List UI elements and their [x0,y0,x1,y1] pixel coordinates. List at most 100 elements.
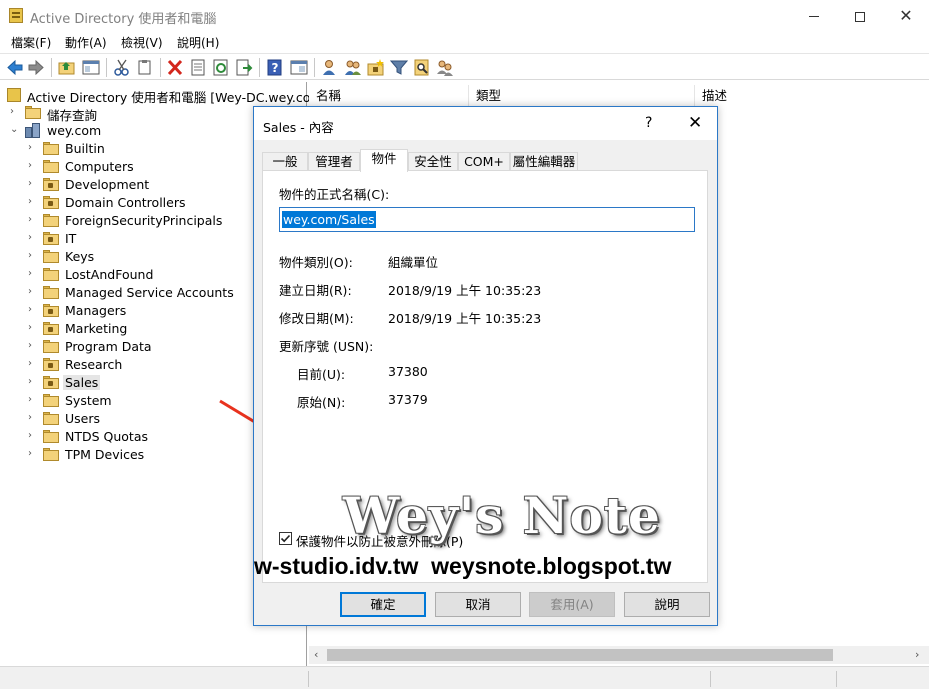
scrollbar-thumb[interactable] [327,649,833,661]
cancel-button[interactable]: 取消 [435,592,521,617]
tab-security[interactable]: 安全性 [408,152,458,171]
menu-help[interactable]: 說明(H) [177,34,219,51]
modified-label: 修改日期(M): [279,311,354,326]
maximize-button[interactable] [837,0,883,31]
refresh-icon[interactable] [212,59,230,76]
chevron-down-icon[interactable]: ⌄ [10,125,20,135]
menu-view[interactable]: 檢視(V) [121,34,163,51]
chevron-right-icon[interactable]: › [28,233,38,243]
forward-icon[interactable] [27,59,45,76]
chevron-right-icon[interactable]: › [28,341,38,351]
modified-value: 2018/9/19 上午 10:35:23 [388,311,542,326]
ou-folder-icon [43,304,59,317]
usn-current-label: 目前(U): [297,367,346,382]
horizontal-scrollbar[interactable]: ‹ › [309,646,929,664]
tree-item-label: TPM Devices [65,447,145,462]
tab-object[interactable]: 物件 [360,149,408,172]
chevron-right-icon[interactable]: › [28,179,38,189]
chevron-right-icon[interactable]: › [28,449,38,459]
chevron-right-icon[interactable]: › [28,287,38,297]
tab-attribute-editor[interactable]: 屬性編輯器 [510,152,578,171]
menu-file[interactable]: 檔案(F) [11,34,51,51]
console-icon[interactable] [290,59,308,76]
chevron-right-icon[interactable]: › [28,359,38,369]
created-value: 2018/9/19 上午 10:35:23 [388,283,542,298]
new-ou-icon[interactable] [367,59,385,76]
up-folder-icon[interactable] [58,59,76,76]
tree-item-saved-queries[interactable]: › 儲存查詢 [7,104,207,123]
scroll-left-icon[interactable]: ‹ [314,648,318,661]
tab-general[interactable]: 一般 [262,152,308,171]
column-header-description[interactable]: 描述 [695,85,929,107]
chevron-right-icon[interactable]: › [28,161,38,171]
checkmark-icon [280,534,291,543]
chevron-right-icon[interactable]: › [10,107,20,117]
find-icon[interactable] [413,59,431,76]
chevron-right-icon[interactable]: › [28,323,38,333]
chevron-right-icon[interactable]: › [28,143,38,153]
new-group-icon[interactable] [344,59,362,76]
close-window-button[interactable]: ✕ [883,0,929,31]
ok-button[interactable]: 確定 [340,592,426,617]
help-button[interactable]: 說明 [624,592,710,617]
chevron-right-icon[interactable]: › [28,215,38,225]
export-icon[interactable] [235,59,253,76]
ad-root-icon [7,88,21,102]
tree-item-label: Development [65,177,150,192]
menu-bar: 檔案(F) 動作(A) 檢視(V) 說明(H) [0,31,929,52]
tree-item-label: Managers [65,303,127,318]
domain-icon [25,123,41,138]
ou-folder-icon [43,232,59,245]
column-header-name[interactable]: 名稱 [309,85,469,107]
ou-folder-icon [43,196,59,209]
minimize-button[interactable] [791,0,837,31]
show-hide-tree-icon[interactable] [82,59,100,76]
usn-label: 更新序號 (USN): [279,339,374,354]
chevron-right-icon[interactable]: › [28,251,38,261]
tree-item-label: Users [65,411,101,426]
chevron-right-icon[interactable]: › [28,197,38,207]
usn-current-value: 37380 [388,364,428,379]
scroll-right-icon[interactable]: › [915,648,919,661]
dialog-help-button[interactable]: ? [645,115,652,131]
cut-icon[interactable] [113,59,131,76]
dialog-close-button[interactable]: ✕ [688,113,702,133]
help-icon[interactable]: ? [266,59,284,76]
tab-com-plus[interactable]: COM+ [458,152,510,171]
dialog-title-bar: Sales - 內容 ? ✕ [254,107,717,140]
folder-icon [43,412,59,425]
add-to-group-icon[interactable] [436,59,454,76]
usn-original-value: 37379 [388,392,428,407]
folder-icon [43,340,59,353]
menu-action[interactable]: 動作(A) [65,34,107,51]
chevron-right-icon[interactable]: › [28,431,38,441]
tree-item-domain[interactable]: ⌄ wey.com [7,122,207,140]
apply-button[interactable]: 套用(A) [529,592,615,617]
canonical-name-field[interactable]: wey.com/Sales [279,207,695,232]
protect-from-deletion-checkbox[interactable] [279,532,292,545]
folder-icon [43,286,59,299]
ou-folder-icon [43,376,59,389]
copy-icon[interactable] [136,59,154,76]
new-user-icon[interactable] [321,59,339,76]
column-header-type[interactable]: 類型 [469,85,695,107]
chevron-right-icon[interactable]: › [28,305,38,315]
folder-icon [43,268,59,281]
folder-icon [43,250,59,263]
properties-icon[interactable] [189,59,207,76]
canonical-name-value: wey.com/Sales [282,211,376,228]
tab-managed-by[interactable]: 管理者 [308,152,360,171]
chevron-right-icon[interactable]: › [28,395,38,405]
delete-icon[interactable] [166,59,184,76]
tree-root[interactable]: Active Directory 使用者和電腦 [Wey-DC.wey.com] [7,86,327,105]
tree-item-label: ForeignSecurityPrincipals [65,213,223,228]
folder-icon [43,214,59,227]
filter-icon[interactable] [390,59,408,76]
tree-item-label: NTDS Quotas [65,429,149,444]
chevron-right-icon[interactable]: › [28,377,38,387]
tree-item-label: Keys [65,249,95,264]
chevron-right-icon[interactable]: › [28,413,38,423]
chevron-right-icon[interactable]: › [28,269,38,279]
folder-icon [43,142,59,155]
back-icon[interactable] [6,59,24,76]
